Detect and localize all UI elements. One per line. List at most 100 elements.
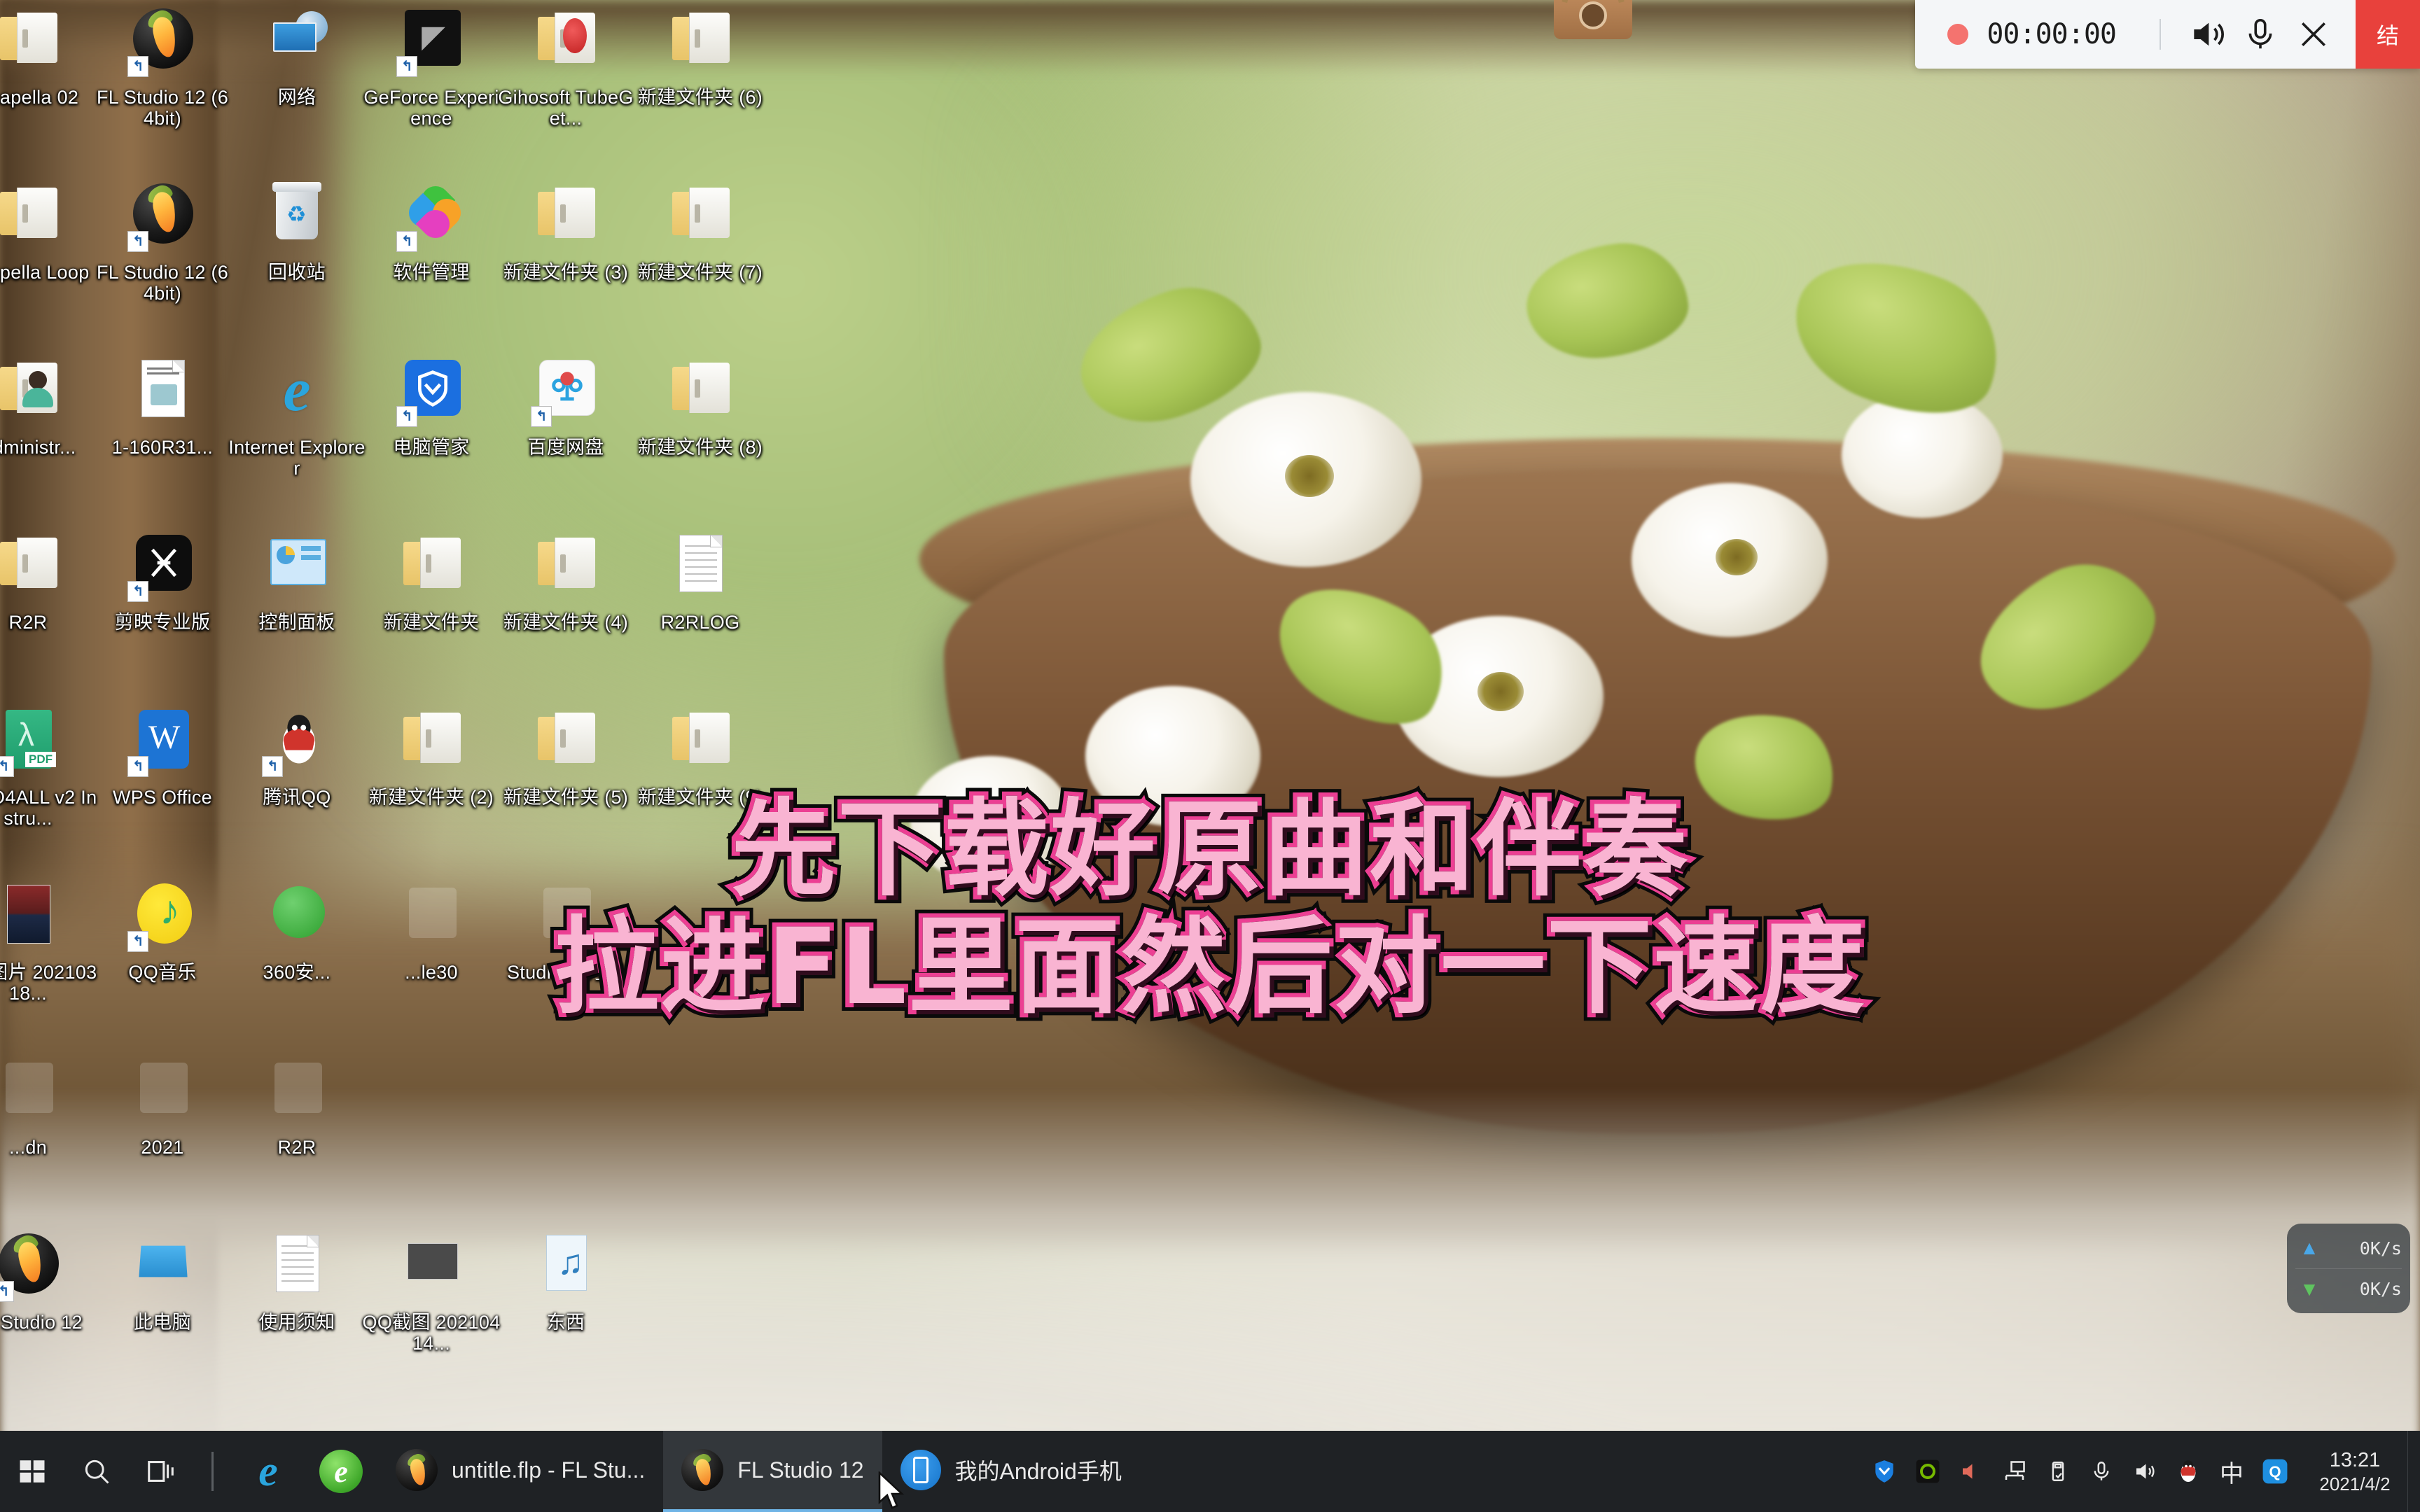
desktop-icon-label: QQ图片 20210318... [0, 962, 97, 1004]
network-speed-widget[interactable]: ▲ 0K/s ▼ 0K/s [2287, 1224, 2410, 1313]
desktop-icon[interactable]: 新建文件夹 (8) [630, 353, 770, 458]
taskbar-task-1[interactable]: FL Studio 12 [663, 1431, 882, 1512]
desktop-icon[interactable]: 控制面板 [227, 528, 367, 633]
desktop-icon[interactable]: 360安... [227, 878, 367, 983]
desktop-icon[interactable]: Acapella 02 [0, 3, 98, 108]
start-button[interactable] [0, 1431, 64, 1512]
desktop-icon[interactable]: 软件管理 [361, 178, 501, 283]
desktop-icon[interactable]: ...le30 [361, 878, 501, 983]
desktop-icon-label: R2R [8, 612, 48, 633]
desktop-icon[interactable]: 新建文件夹 (4) [496, 528, 636, 633]
desktop-icon[interactable]: 电脑管家 [361, 353, 501, 458]
desktop-icon[interactable]: 此电脑 [92, 1228, 232, 1333]
desktop-icon[interactable]: ...dn [0, 1053, 98, 1158]
usb-device-icon[interactable] [2038, 1431, 2078, 1512]
desktop-icon-label: 腾讯QQ [263, 787, 331, 808]
screen-recorder-toolbar[interactable]: 00:00:00 结 [1915, 0, 2420, 69]
desktop-icon[interactable]: Acapella Loop [0, 178, 98, 283]
desktop-icon-art [0, 353, 67, 431]
desktop-icon[interactable]: FL Studio 12 (64bit) [92, 178, 232, 304]
desktop-icon-art [392, 178, 471, 256]
desktop-icon-label: Gihosoft TubeGet... [498, 87, 634, 130]
taskbar-task-1-label: FL Studio 12 [737, 1457, 864, 1483]
desktop-icon[interactable]: 腾讯QQ [227, 703, 367, 808]
desktop-icon[interactable]: 新建文件夹 (7) [630, 178, 770, 283]
taskbar-empty-area[interactable] [1140, 1431, 1864, 1512]
speaker-icon[interactable] [2181, 8, 2234, 61]
desktop-icon-art [258, 878, 336, 956]
desktop-icon[interactable]: 使用须知 [227, 1228, 367, 1333]
desktop-icon-art [258, 1053, 336, 1131]
folder-icon [0, 13, 57, 63]
desktop-icon[interactable]: 新建文件夹 (2) [361, 703, 501, 808]
desktop-icon[interactable]: 1-160R31... [92, 353, 232, 458]
desktop-icon-art [0, 3, 67, 81]
desktop-icon[interactable]: R2R [227, 1053, 367, 1158]
close-icon[interactable] [2287, 8, 2340, 61]
task-view-icon[interactable] [129, 1431, 193, 1512]
desktop-icon[interactable]: R2RLOG [630, 528, 770, 633]
user-avatar-icon [22, 371, 53, 409]
desktop-icon[interactable]: Administr... [0, 353, 98, 458]
desktop-icon[interactable]: QQ截图 20210414... [361, 1228, 501, 1354]
gihosoft-badge-icon [563, 18, 587, 53]
desktop-icon-label: 新建文件夹 (3) [503, 262, 629, 283]
clock-time: 13:21 [2329, 1448, 2381, 1471]
desktop-icon-label: 2021 [141, 1137, 184, 1158]
stop-recording-button[interactable]: 结 [2356, 0, 2420, 69]
pc-manager-shield-icon[interactable] [1864, 1431, 1905, 1512]
desktop-icon[interactable]: ♪ QQ音乐 [92, 878, 232, 983]
desktop-icon[interactable]: R2R [0, 528, 98, 633]
taskbar-task-2[interactable]: 我的Android手机 [882, 1431, 1140, 1512]
desktop-icon[interactable]: 百度网盘 [496, 353, 636, 458]
generic-icon [543, 888, 591, 938]
desktop-icon[interactable]: e Internet Explorer [227, 353, 367, 479]
taskbar-clock[interactable]: 13:21 2021/4/2 [2302, 1431, 2407, 1512]
qq-penguin-icon[interactable] [2168, 1431, 2209, 1512]
desktop-icon-label: ...dn [8, 1137, 48, 1158]
desktop-icon-label: Internet Explorer [228, 437, 366, 479]
desktop-icon[interactable]: 新建文件夹 (6) [630, 3, 770, 108]
desktop-icon[interactable]: 新建文件夹 [361, 528, 501, 633]
desktop-icon[interactable]: 新建文件夹 (3) [496, 178, 636, 283]
microphone-icon[interactable] [2234, 8, 2287, 61]
desktop-icon[interactable]: 新建文件夹 (9) [630, 703, 770, 808]
desktop-icon[interactable]: FL Studio 12 (64bit) [92, 3, 232, 129]
desktop-icon[interactable]: ◤ GeForce Experience [361, 3, 501, 129]
system-tray[interactable]: 中 Q [1864, 1431, 2302, 1512]
desktop-icon-art: ♪ [123, 878, 202, 956]
internet-explorer-icon: e [283, 356, 311, 424]
search-icon[interactable] [64, 1431, 129, 1512]
desktop-icon[interactable]: λPDF ASIO4ALL v2 Instru... [0, 703, 98, 829]
network-icon[interactable] [1994, 1431, 2035, 1512]
desktop-icon[interactable]: 剪映专业版 [92, 528, 232, 633]
desktop-icon[interactable]: FL Studio 12 [0, 1228, 98, 1333]
document-icon [679, 535, 723, 592]
desktop-icon[interactable]: 新建文件夹 (5) [496, 703, 636, 808]
screenshot-thumbnail-icon [408, 1243, 458, 1280]
windows-taskbar[interactable]: e e untitle.flp - FL Stu... FL Studio 12… [0, 1431, 2420, 1512]
svg-text:Q: Q [2269, 1463, 2281, 1480]
taskbar-pinned-internet-explorer[interactable]: e [232, 1431, 305, 1512]
desktop-icon[interactable]: 网络 [227, 3, 367, 108]
desktop-icon-label: GeForce Experience [363, 87, 499, 130]
taskbar-task-0[interactable]: untitle.flp - FL Stu... [377, 1431, 663, 1512]
desktop-icon[interactable]: ♫ 东西 [496, 1228, 636, 1333]
this-pc-icon [139, 1245, 188, 1278]
desktop-icon-art: e [258, 353, 336, 431]
qq-icon[interactable]: Q [2255, 1431, 2295, 1512]
taskbar-pinned-green-browser[interactable]: e [305, 1431, 377, 1512]
desktop-icon[interactable]: W WPS Office [92, 703, 232, 808]
microphone-icon[interactable] [2081, 1431, 2122, 1512]
show-desktop-button[interactable] [2407, 1431, 2420, 1512]
desktop-icon[interactable]: Gihosoft TubeGet... [496, 3, 636, 129]
desktop-icon[interactable]: ♻ 回收站 [227, 178, 367, 283]
nvidia-icon[interactable] [1907, 1431, 1948, 1512]
volume-icon[interactable] [2125, 1431, 2165, 1512]
volume-muted-icon[interactable] [1951, 1431, 1991, 1512]
desktop-icon[interactable]: Studio 官方网 [496, 878, 636, 983]
ime-chinese-icon[interactable]: 中 [2211, 1431, 2252, 1512]
desktop-icon-label: 新建文件夹 (8) [637, 437, 763, 458]
desktop-icon[interactable]: QQ图片 20210318... [0, 878, 98, 1004]
desktop-icon[interactable]: 2021 [92, 1053, 232, 1158]
